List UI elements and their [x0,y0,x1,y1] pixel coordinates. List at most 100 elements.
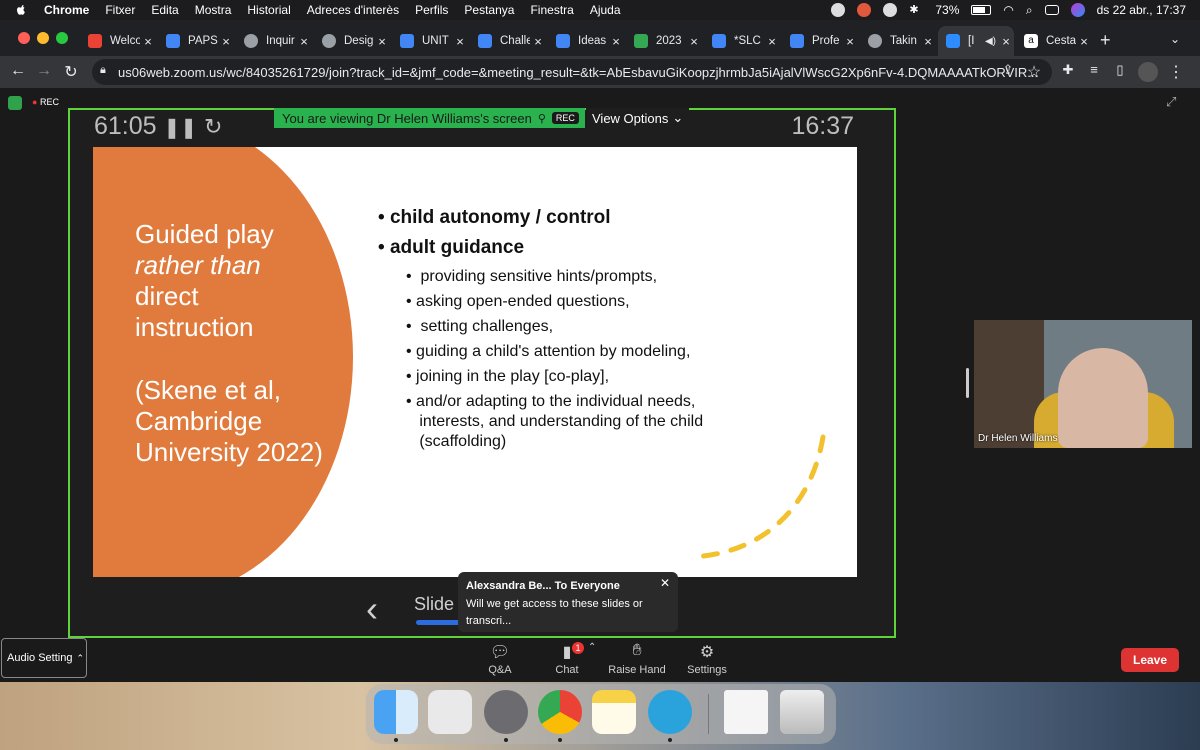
tab-zoom[interactable]: [I ◀) × [938,26,1014,56]
close-icon[interactable]: × [764,34,780,49]
minimize-window-button[interactable] [37,32,49,44]
close-icon[interactable]: × [530,34,546,49]
tab-taking[interactable]: Takin × [860,26,936,56]
tab-challenge[interactable]: Challe × [470,26,546,56]
chevron-up-icon[interactable]: ⌃ [588,642,596,653]
bookmark-star-icon[interactable]: ☆ [1024,62,1044,82]
pin-icon[interactable]: ⚲ [538,112,546,125]
kebab-menu-icon[interactable]: ⋮ [1166,62,1186,82]
drive-icon [634,34,648,48]
address-bar[interactable]: 🔒︎ us06web.zoom.us/wc/84035261729/join?t… [92,59,1052,85]
slide-title-line: instruction [135,312,254,342]
launchpad-icon[interactable] [428,690,472,734]
shield-icon[interactable] [8,96,22,110]
reset-icon[interactable]: ↻ [204,114,222,139]
menu-item-view[interactable]: Mostra [195,3,232,17]
finder-icon[interactable] [374,690,418,734]
settings-button[interactable]: ⚙︎ Settings [672,642,742,676]
tab-gmail[interactable]: Welco × [80,26,156,56]
menu-item-help[interactable]: Ajuda [590,3,621,17]
slide-title-line: rather than [135,250,261,280]
close-icon[interactable]: × [842,34,858,49]
location-icon[interactable] [831,3,846,17]
view-options-dropdown[interactable]: View Options ⌄ [586,108,690,128]
close-window-button[interactable] [18,32,30,44]
close-icon[interactable]: × [998,34,1014,49]
menu-item-file[interactable]: Fitxer [105,3,135,17]
speaker-icon[interactable]: ◀) [985,36,996,47]
bullet-secondary: • guiding a child's attention by modelin… [406,343,691,360]
tab-2023[interactable]: 2023 × [626,26,702,56]
tab-drive-paps[interactable]: PAPS × [158,26,234,56]
notes-icon[interactable] [592,690,636,734]
menu-item-edit[interactable]: Edita [151,3,178,17]
chat-notification[interactable]: Alexsandra Be... To Everyone Will we get… [458,572,678,632]
close-icon[interactable]: × [296,34,312,49]
close-icon[interactable]: × [374,34,390,49]
tab-label: Inquir [266,35,295,47]
close-icon[interactable]: × [218,34,234,49]
raise-hand-button[interactable]: ✋︎ Raise Hand [602,642,672,676]
close-icon[interactable]: × [608,34,624,49]
reload-icon[interactable]: ↻ [61,62,81,82]
share-icon[interactable]: ⇪ [998,62,1018,78]
tab-inquiry[interactable]: Inquir × [236,26,312,56]
bluetooth-icon[interactable]: ✱ [909,3,923,17]
menu-item-profiles[interactable]: Perfils [415,3,448,17]
new-tab-button[interactable]: + [1100,30,1111,51]
trash-icon[interactable] [780,690,824,734]
drag-handle[interactable] [966,368,969,398]
previous-slide-icon[interactable]: ‹ [366,588,378,630]
tab-profe[interactable]: Profe × [782,26,858,56]
close-icon[interactable]: × [1076,34,1092,49]
close-icon[interactable]: × [452,34,468,49]
control-center-icon[interactable] [1044,5,1059,15]
menu-app-name[interactable]: Chrome [44,3,89,17]
wifi-icon[interactable]: ◠ [1003,3,1013,17]
tab-unit[interactable]: UNIT × [392,26,468,56]
audio-setting-button[interactable]: Audio Setting ⌃ [1,638,87,678]
apple-icon[interactable] [14,3,28,17]
slide-citation-line: University 2022) [135,437,323,467]
forward-icon[interactable]: → [34,62,54,80]
menu-item-tab[interactable]: Pestanya [464,3,514,17]
media-icon[interactable]: ≡ [1084,62,1104,77]
qa-button[interactable]: 💬︎ Q&A [465,642,535,676]
spotlight-icon[interactable]: ⌕ [1026,3,1033,18]
sidepanel-icon[interactable]: ▯ [1110,62,1130,78]
extensions-icon[interactable]: ✚ [1058,62,1078,78]
play-icon[interactable] [883,3,898,17]
telegram-icon[interactable] [648,690,692,734]
back-icon[interactable]: ← [8,62,28,80]
menu-item-history[interactable]: Historial [247,3,290,17]
close-icon[interactable]: ✕ [660,576,670,590]
menu-item-window[interactable]: Finestra [530,3,573,17]
tab-cesta[interactable]: a Cesta × [1016,26,1092,56]
close-icon[interactable]: × [140,34,156,49]
shared-screen: 61:05 ❚❚ ↻ 16:37 Guided play rather than… [68,108,896,638]
system-settings-icon[interactable] [484,690,528,734]
avatar[interactable] [1138,62,1158,82]
battery-icon[interactable] [971,5,992,15]
zoom-meeting: ● REC ⤢ 61:05 ❚❚ ↻ 16:37 Guided play rat… [0,88,1200,682]
zoom-window-button[interactable] [56,32,68,44]
siri-icon[interactable] [1070,3,1085,17]
fullscreen-icon[interactable]: ⤢ [1166,94,1176,110]
battery-percent: 73% [935,3,960,17]
notification-icon[interactable] [857,3,872,17]
running-indicator [668,738,672,742]
chevron-down-icon[interactable]: ⌄ [1170,32,1180,46]
leave-button[interactable]: Leave [1121,648,1179,672]
lock-icon[interactable]: 🔒︎ [100,64,106,77]
menu-clock[interactable]: ds 22 abr., 17:37 [1097,3,1186,17]
pause-icon[interactable]: ❚❚ [164,117,198,139]
tab-design[interactable]: Desig × [314,26,390,56]
chrome-icon[interactable] [538,690,582,734]
downloads-stack-icon[interactable] [724,690,768,734]
menu-item-bookmarks[interactable]: Adreces d'interès [307,3,399,17]
tab-ideas[interactable]: Ideas × [548,26,624,56]
tab-slc[interactable]: *SLC × [704,26,780,56]
close-icon[interactable]: × [920,34,936,49]
participant-video[interactable]: Dr Helen Williams [974,320,1192,448]
close-icon[interactable]: × [686,34,702,49]
